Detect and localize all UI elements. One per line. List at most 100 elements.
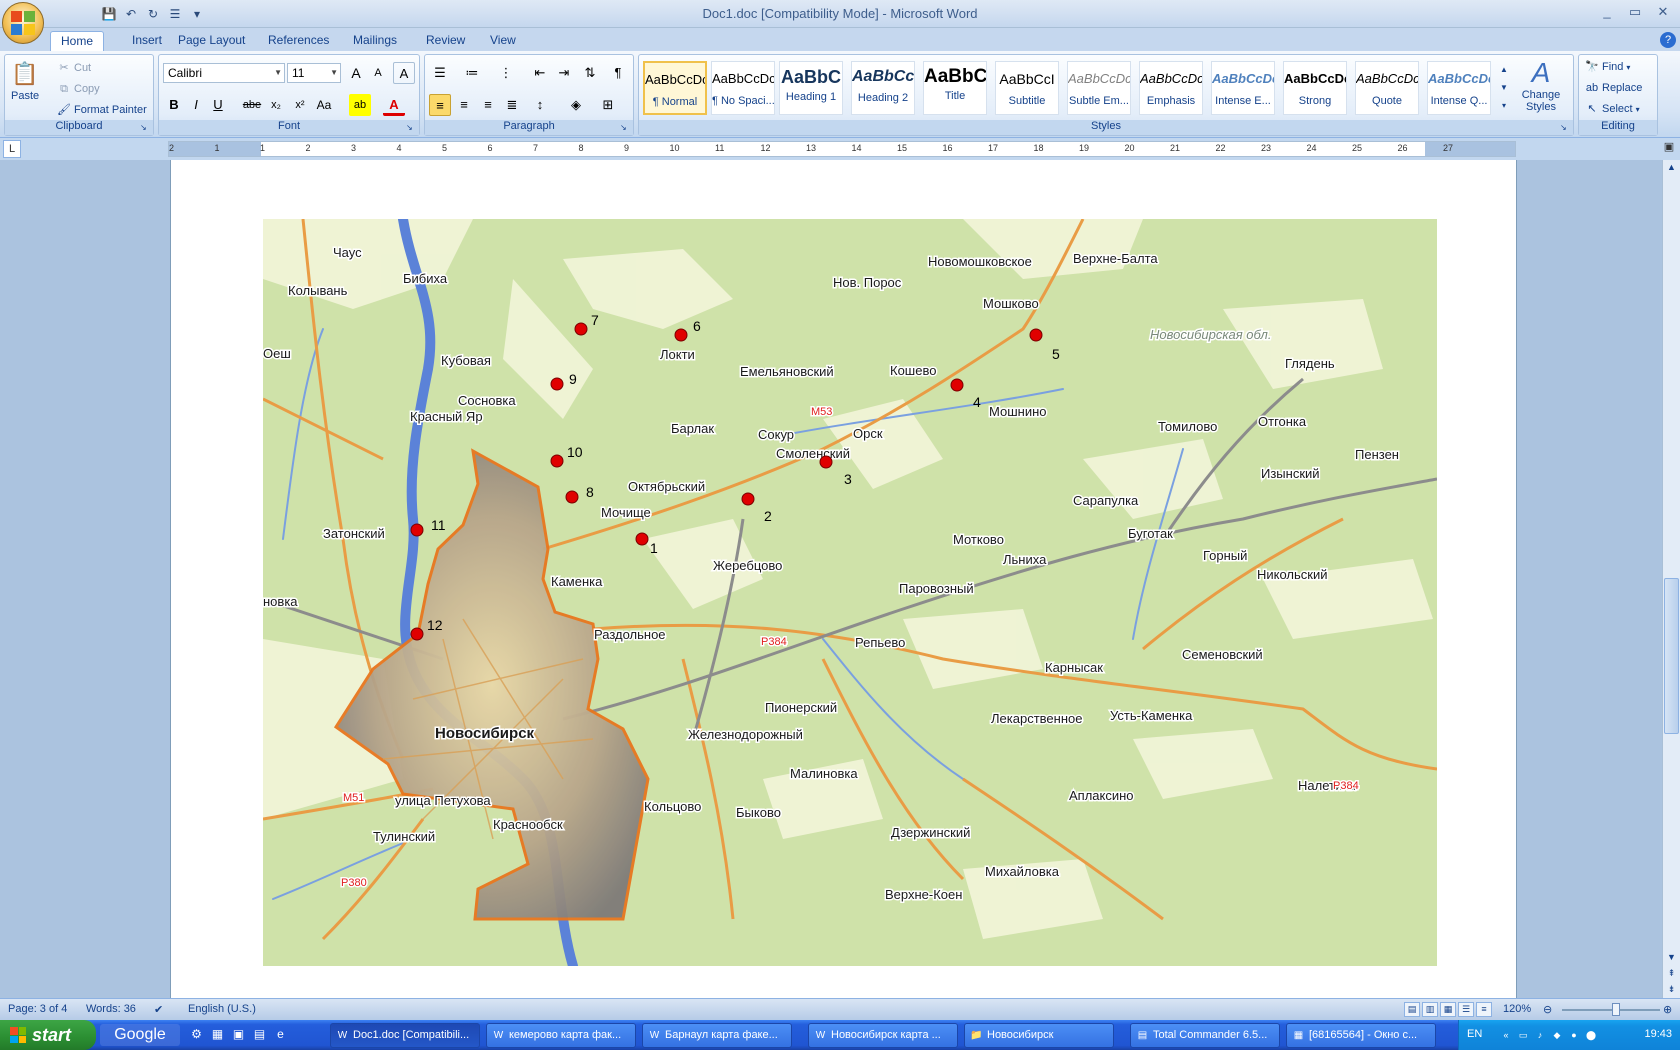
zoom-level[interactable]: 120%: [1503, 1003, 1531, 1015]
style-subtle-emphasis[interactable]: AaBbCcDc Subtle Em...: [1067, 61, 1131, 115]
map-image[interactable]: Чаус Бибиха Колывань Нов. Порос Новомошковск…: [263, 219, 1437, 966]
font-launcher-icon[interactable]: ↘: [406, 123, 416, 133]
borders-icon[interactable]: ⊞: [597, 94, 619, 116]
style-heading-1[interactable]: AaBbC Heading 1: [779, 61, 843, 115]
bold-button[interactable]: B: [163, 94, 185, 116]
language-indicator[interactable]: EN: [1467, 1028, 1482, 1040]
tab-home[interactable]: Home: [50, 31, 105, 51]
page-count[interactable]: Page: 3 of 4: [8, 1003, 67, 1015]
select-button[interactable]: ↖ Select ▾: [1585, 102, 1639, 116]
show-formatting-icon[interactable]: ¶: [607, 62, 629, 84]
style-intense-emphasis[interactable]: AaBbCcDc Intense E...: [1211, 61, 1275, 115]
map-marker[interactable]: [574, 322, 588, 336]
sort-icon[interactable]: ⇅: [579, 62, 601, 84]
task-word-doc1[interactable]: W Doc1.doc [Compatibili...: [330, 1023, 480, 1048]
task-novosibirsk-map[interactable]: W Новосибирск карта ...: [808, 1023, 958, 1048]
task-kemerovo[interactable]: Wкемерово карта фак...: [486, 1023, 636, 1048]
decrease-indent-icon[interactable]: ⇤: [529, 62, 551, 84]
find-button[interactable]: 🔭 Find ▾: [1585, 60, 1630, 74]
change-styles-button[interactable]: A Change Styles: [1513, 57, 1569, 113]
map-marker[interactable]: [565, 490, 579, 504]
map-marker[interactable]: [819, 455, 833, 469]
tab-references[interactable]: References: [258, 31, 339, 51]
map-marker[interactable]: [741, 492, 755, 506]
draft-view-icon[interactable]: ≡: [1476, 1002, 1492, 1017]
help-icon[interactable]: ?: [1660, 32, 1676, 48]
maximize-button[interactable]: ▭: [1622, 3, 1648, 21]
cut-button[interactable]: ✂ Cut: [57, 61, 91, 75]
align-right-icon[interactable]: ≡: [477, 94, 499, 116]
highlight-button[interactable]: ab: [349, 94, 371, 116]
task-barnaul[interactable]: W Барнаул карта факе...: [642, 1023, 792, 1048]
next-page-icon[interactable]: ⇟: [1664, 982, 1679, 997]
tab-page-layout[interactable]: Page Layout: [168, 31, 255, 51]
previous-page-icon[interactable]: ⇞: [1664, 966, 1679, 981]
numbering-icon[interactable]: ≔: [461, 62, 483, 84]
vertical-scrollbar[interactable]: ▲ ▼ ⇞ ⇟: [1662, 160, 1680, 998]
tray-network-icon[interactable]: ▭: [1516, 1028, 1530, 1042]
line-spacing-icon[interactable]: ↕: [529, 94, 551, 116]
quick-launch-app-icon[interactable]: ⚙: [188, 1026, 205, 1043]
copy-button[interactable]: ⧉ Copy: [57, 82, 100, 96]
task-novosibirsk-folder[interactable]: 📁 Новосибирск: [964, 1023, 1114, 1048]
style-title[interactable]: AaBbC Title: [923, 61, 987, 115]
tab-review[interactable]: Review: [416, 31, 475, 51]
map-marker[interactable]: [674, 328, 688, 342]
map-marker[interactable]: [550, 454, 564, 468]
zoom-out-icon[interactable]: ⊖: [1543, 1003, 1552, 1016]
map-marker[interactable]: [1029, 328, 1043, 342]
tab-view[interactable]: View: [480, 31, 526, 51]
tab-mailings[interactable]: Mailings: [343, 31, 407, 51]
scroll-up-icon[interactable]: ▲: [1664, 160, 1679, 175]
view-ruler-icon[interactable]: ▣: [1661, 140, 1677, 156]
document-page[interactable]: Чаус Бибиха Колывань Нов. Порос Новомошковск…: [170, 160, 1517, 998]
scroll-thumb[interactable]: [1664, 578, 1679, 734]
language-indicator[interactable]: English (U.S.): [188, 1003, 256, 1015]
zoom-in-icon[interactable]: ⊕: [1663, 1003, 1672, 1016]
scroll-down-icon[interactable]: ▼: [1664, 950, 1679, 965]
multilevel-list-icon[interactable]: ⋮: [495, 62, 517, 84]
tray-volume-icon[interactable]: ♪: [1533, 1028, 1547, 1042]
full-screen-reading-icon[interactable]: ▥: [1422, 1002, 1438, 1017]
map-marker[interactable]: [410, 523, 424, 537]
shading-icon[interactable]: ◈: [565, 94, 587, 116]
google-toolbar[interactable]: Google: [100, 1024, 180, 1046]
font-name-combo[interactable]: Calibri ▼: [163, 63, 285, 83]
paste-button[interactable]: 📋 Paste: [11, 59, 39, 102]
quick-launch-ie-icon[interactable]: e: [272, 1026, 289, 1043]
quick-launch-media-icon[interactable]: ▣: [230, 1026, 247, 1043]
style-normal[interactable]: AaBbCcDc ¶ Normal: [643, 61, 707, 115]
map-marker[interactable]: [410, 627, 424, 641]
tray-back-icon[interactable]: «: [1499, 1028, 1513, 1042]
italic-button[interactable]: I: [185, 94, 207, 116]
tab-stop-selector[interactable]: L: [3, 140, 21, 158]
proofing-icon[interactable]: ✔: [154, 1003, 163, 1016]
superscript-button[interactable]: x²: [289, 94, 311, 116]
style-emphasis[interactable]: AaBbCcDc Emphasis: [1139, 61, 1203, 115]
underline-button[interactable]: U: [207, 94, 229, 116]
paragraph-launcher-icon[interactable]: ↘: [620, 123, 630, 133]
tab-insert[interactable]: Insert: [122, 31, 172, 51]
replace-button[interactable]: ab Replace: [1585, 81, 1642, 95]
web-layout-icon[interactable]: ▦: [1440, 1002, 1456, 1017]
tray-update-icon[interactable]: ⬤: [1584, 1028, 1598, 1042]
subscript-button[interactable]: x₂: [265, 94, 287, 116]
style-intense-quote[interactable]: AaBbCcDc Intense Q...: [1427, 61, 1491, 115]
tray-app-icon[interactable]: ●: [1567, 1028, 1581, 1042]
print-layout-icon[interactable]: ▤: [1404, 1002, 1420, 1017]
strikethrough-button[interactable]: abe: [241, 94, 263, 116]
task-chat-window[interactable]: ▦ [68165564] - Окно с...: [1286, 1023, 1436, 1048]
zoom-slider-thumb[interactable]: [1611, 1003, 1620, 1016]
shrink-font-button[interactable]: A: [367, 62, 389, 84]
align-left-icon[interactable]: ≡: [429, 94, 451, 116]
map-marker[interactable]: [635, 532, 649, 546]
outline-view-icon[interactable]: ☰: [1458, 1002, 1474, 1017]
style-subtitle[interactable]: AaBbCcI Subtitle: [995, 61, 1059, 115]
close-button[interactable]: ✕: [1650, 3, 1676, 21]
map-marker[interactable]: [550, 377, 564, 391]
style-quote[interactable]: AaBbCcDc Quote: [1355, 61, 1419, 115]
style-strong[interactable]: AaBbCcDc Strong: [1283, 61, 1347, 115]
document-area[interactable]: Чаус Бибиха Колывань Нов. Порос Новомошковск…: [0, 160, 1662, 998]
font-size-combo[interactable]: 11 ▼: [287, 63, 341, 83]
map-marker[interactable]: [950, 378, 964, 392]
